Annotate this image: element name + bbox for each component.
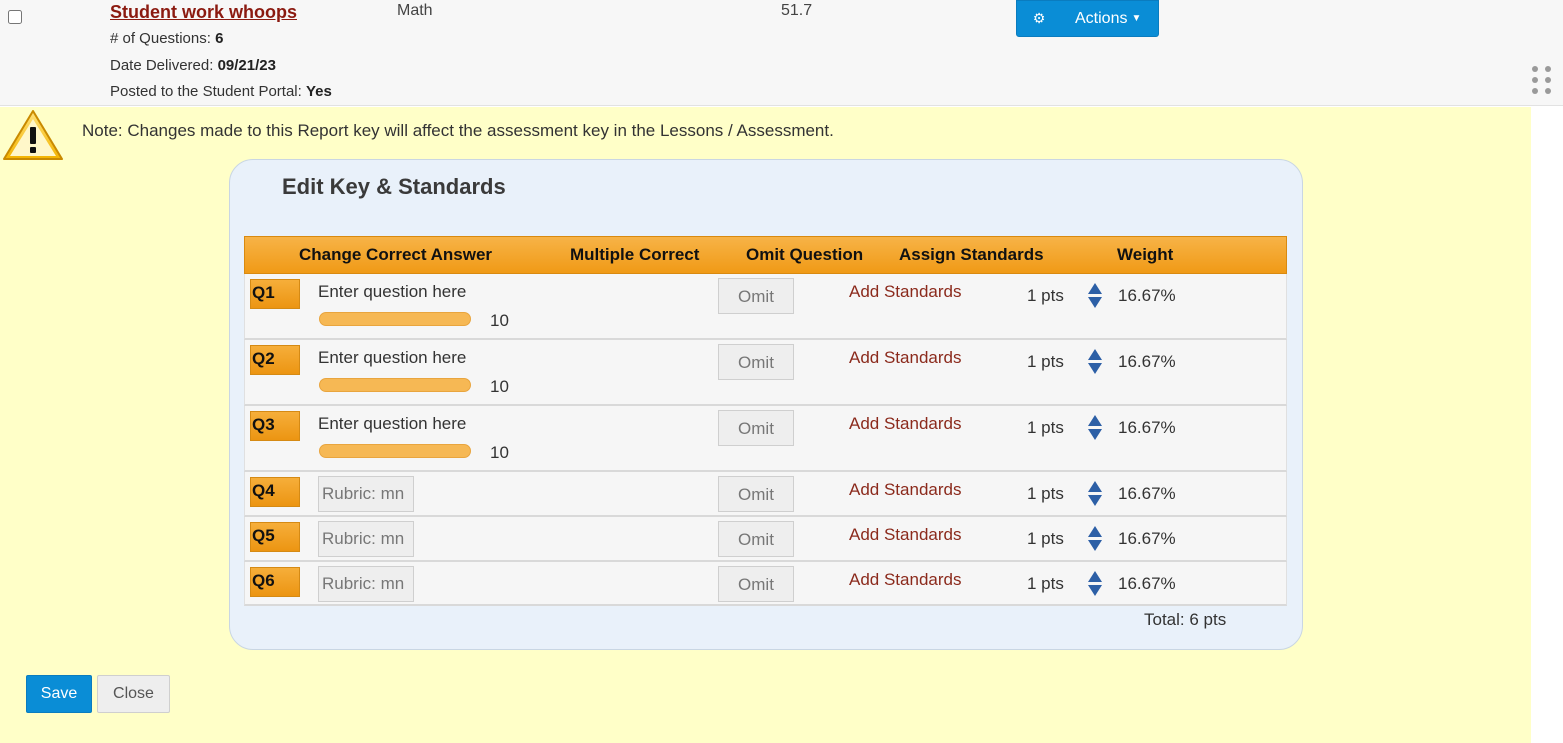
points-spinner[interactable]	[1088, 524, 1102, 552]
question-row: Q3 Enter question here 10 Omit Add Stand…	[244, 406, 1287, 472]
actions-dropdown-button[interactable]: ⚙ Actions ▼	[1016, 0, 1159, 37]
question-label: Q5	[250, 522, 300, 552]
question-count: # of Questions: 6	[110, 30, 224, 47]
caret-down-icon: ▼	[1131, 13, 1142, 24]
posted-to-portal: Posted to the Student Portal: Yes	[110, 83, 332, 100]
add-standards-link[interactable]: Add Standards	[849, 480, 961, 500]
header-omit-question: Omit Question	[746, 245, 864, 264]
decrement-icon[interactable]	[1088, 585, 1102, 596]
question-label: Q6	[250, 567, 300, 597]
omit-button[interactable]: Omit	[718, 566, 794, 602]
assessment-select-checkbox[interactable]	[8, 10, 22, 24]
weight-value: 16.67%	[1118, 529, 1176, 548]
increment-icon[interactable]	[1088, 349, 1102, 360]
answer-slider[interactable]	[319, 444, 471, 458]
add-standards-link[interactable]: Add Standards	[849, 570, 961, 590]
omit-button[interactable]: Omit	[718, 278, 794, 314]
score-label: 51.7	[781, 2, 813, 19]
points-spinner[interactable]	[1088, 281, 1102, 309]
total-points: Total: 6 pts	[1144, 610, 1227, 629]
decrement-icon[interactable]	[1088, 363, 1102, 374]
points-value: 1 pts	[1027, 286, 1064, 305]
weight-value: 16.67%	[1118, 574, 1176, 593]
question-row: Q5 Rubric: mn Omit Add Standards 1 pts 1…	[244, 517, 1287, 562]
points-spinner[interactable]	[1088, 479, 1102, 507]
increment-icon[interactable]	[1088, 283, 1102, 294]
save-button[interactable]: Save	[26, 675, 92, 713]
decrement-icon[interactable]	[1088, 540, 1102, 551]
weight-value: 16.67%	[1118, 352, 1176, 371]
question-text[interactable]: Enter question here	[318, 282, 466, 302]
increment-icon[interactable]	[1088, 571, 1102, 582]
key-table-header: Change Correct Answer Multiple Correct O…	[244, 236, 1287, 274]
assessment-row: Student work whoops # of Questions: 6 Da…	[0, 0, 1563, 106]
question-row: Q6 Rubric: mn Omit Add Standards 1 pts 1…	[244, 562, 1287, 606]
points-value: 1 pts	[1027, 352, 1064, 371]
weight-value: 16.67%	[1118, 418, 1176, 437]
omit-button[interactable]: Omit	[718, 521, 794, 557]
question-label: Q1	[250, 279, 300, 309]
decrement-icon[interactable]	[1088, 495, 1102, 506]
points-value: 1 pts	[1027, 574, 1064, 593]
points-spinner[interactable]	[1088, 347, 1102, 375]
header-multiple-correct: Multiple Correct	[570, 245, 700, 264]
question-row: Q4 Rubric: mn Omit Add Standards 1 pts 1…	[244, 472, 1287, 517]
question-text[interactable]: Enter question here	[318, 348, 466, 368]
question-label: Q2	[250, 345, 300, 375]
increment-icon[interactable]	[1088, 415, 1102, 426]
subject-label: Math	[397, 2, 433, 19]
points-spinner[interactable]	[1088, 413, 1102, 441]
header-assign-standards: Assign Standards	[899, 245, 1044, 264]
add-standards-link[interactable]: Add Standards	[849, 282, 961, 302]
slider-value: 10	[490, 443, 509, 462]
add-standards-link[interactable]: Add Standards	[849, 414, 961, 434]
rubric-field[interactable]: Rubric: mn	[318, 521, 414, 557]
slider-value: 10	[490, 311, 509, 330]
assessment-title-link[interactable]: Student work whoops	[110, 2, 297, 23]
increment-icon[interactable]	[1088, 481, 1102, 492]
points-value: 1 pts	[1027, 484, 1064, 503]
question-text[interactable]: Enter question here	[318, 414, 466, 434]
rubric-field[interactable]: Rubric: mn	[318, 476, 414, 512]
decrement-icon[interactable]	[1088, 429, 1102, 440]
decrement-icon[interactable]	[1088, 297, 1102, 308]
warning-icon	[3, 110, 63, 160]
rubric-field[interactable]: Rubric: mn	[318, 566, 414, 602]
omit-button[interactable]: Omit	[718, 344, 794, 380]
gear-icon: ⚙	[1032, 10, 1046, 26]
close-button[interactable]: Close	[97, 675, 170, 713]
add-standards-link[interactable]: Add Standards	[849, 525, 961, 545]
points-value: 1 pts	[1027, 529, 1064, 548]
actions-label: Actions	[1075, 9, 1128, 27]
question-label: Q3	[250, 411, 300, 441]
add-standards-link[interactable]: Add Standards	[849, 348, 961, 368]
question-label: Q4	[250, 477, 300, 507]
answer-slider[interactable]	[319, 312, 471, 326]
note-text: Note: Changes made to this Report key wi…	[82, 121, 834, 140]
points-value: 1 pts	[1027, 418, 1064, 437]
drag-handle-icon[interactable]	[1530, 66, 1554, 96]
date-delivered: Date Delivered: 09/21/23	[110, 57, 276, 74]
increment-icon[interactable]	[1088, 526, 1102, 537]
omit-button[interactable]: Omit	[718, 410, 794, 446]
points-spinner[interactable]	[1088, 569, 1102, 597]
answer-slider[interactable]	[319, 378, 471, 392]
weight-value: 16.67%	[1118, 286, 1176, 305]
slider-value: 10	[490, 377, 509, 396]
question-row: Q1 Enter question here 10 Omit Add Stand…	[244, 274, 1287, 340]
omit-button[interactable]: Omit	[718, 476, 794, 512]
weight-value: 16.67%	[1118, 484, 1176, 503]
question-row: Q2 Enter question here 10 Omit Add Stand…	[244, 340, 1287, 406]
header-change-correct-answer: Change Correct Answer	[299, 245, 493, 264]
header-weight: Weight	[1117, 245, 1174, 264]
panel-title: Edit Key & Standards	[282, 174, 506, 199]
